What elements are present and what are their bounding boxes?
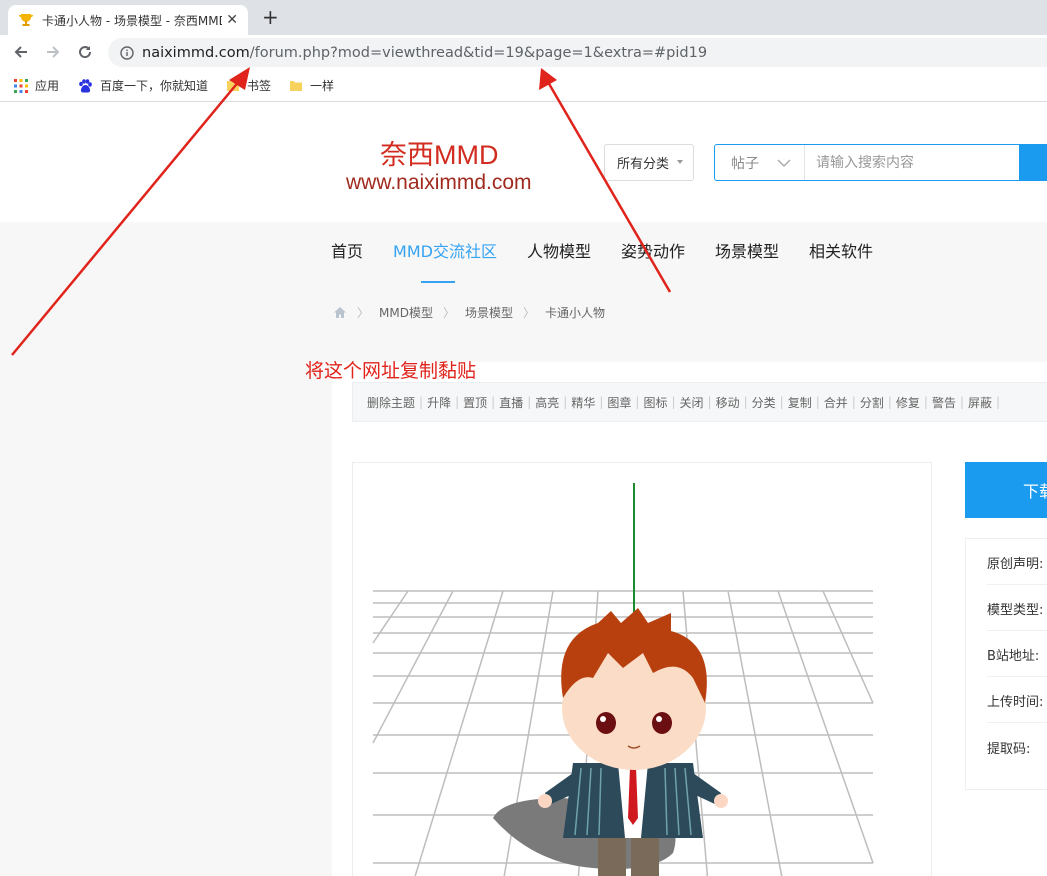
breadcrumb-separator-icon: 〉 xyxy=(442,306,455,320)
mod-tool[interactable]: 复制 xyxy=(784,394,816,411)
search-button[interactable] xyxy=(1019,144,1047,181)
nav-item-scene-models[interactable]: 场景模型 xyxy=(700,227,794,277)
mod-tool[interactable]: 移动 xyxy=(712,394,744,411)
category-select[interactable]: 所有分类 xyxy=(604,144,694,181)
breadcrumb-separator-icon: 〉 xyxy=(523,306,536,320)
annotation-text: 将这个网址复制黏贴 xyxy=(305,360,477,382)
mod-tool[interactable]: 图章 xyxy=(603,394,635,411)
info-row-model-type: 模型类型: xyxy=(987,585,1047,631)
tab-title: 卡通小人物 - 场景模型 - 奈西MMD xyxy=(42,13,223,28)
nav-item-character-models[interactable]: 人物模型 xyxy=(512,227,606,277)
url-path: /forum.php?mod=viewthread&tid=19&page=1&… xyxy=(249,44,708,61)
forward-button[interactable] xyxy=(40,39,66,65)
mod-tool[interactable]: 精华 xyxy=(567,394,599,411)
bookmark-label: 百度一下，你就知道 xyxy=(100,79,209,93)
tab-strip: 卡通小人物 - 场景模型 - 奈西MMD ✕ + xyxy=(0,0,1047,35)
mod-tool[interactable]: 图标 xyxy=(639,394,671,411)
forward-arrow-icon xyxy=(47,46,60,58)
mod-tool[interactable]: 置顶 xyxy=(459,394,491,411)
mod-tool[interactable]: 合并 xyxy=(820,394,852,411)
address-bar[interactable]: naiximmd.com/forum.php?mod=viewthread&ti… xyxy=(108,38,1047,67)
mod-tool[interactable]: 直播 xyxy=(495,394,527,411)
bookmark-label: 一样 xyxy=(310,79,335,93)
chevron-down-icon xyxy=(777,159,791,167)
mod-tool[interactable]: 屏蔽 xyxy=(964,394,996,411)
url-host: naiximmd.com xyxy=(142,44,250,61)
mod-tool[interactable]: 升降 xyxy=(423,394,455,411)
baidu-paw-icon xyxy=(79,78,92,93)
folder-icon xyxy=(227,80,240,91)
back-button[interactable] xyxy=(8,39,34,65)
browser-toolbar: naiximmd.com/forum.php?mod=viewthread&ti… xyxy=(0,35,1047,70)
nav-item-community[interactable]: MMD交流社区 xyxy=(378,227,512,283)
info-row-upload-time: 上传时间: xyxy=(987,677,1047,723)
mod-tool[interactable]: 关闭 xyxy=(676,394,708,411)
info-row-original-statement: 原创声明: xyxy=(987,539,1047,585)
site-logo-url[interactable]: www.naiximmd.com xyxy=(346,171,532,195)
caret-down-icon xyxy=(677,160,683,164)
model-viewer[interactable] xyxy=(352,462,932,876)
breadcrumb: 〉 MMD模型 〉 场景模型 〉 卡通小人物 xyxy=(333,304,605,321)
mod-tool[interactable]: 警告 xyxy=(928,394,960,411)
bookmark-baidu[interactable]: 百度一下，你就知道 xyxy=(77,77,208,94)
home-icon[interactable] xyxy=(333,306,347,319)
main-nav: 首页 MMD交流社区 人物模型 姿势动作 场景模型 相关软件 xyxy=(316,227,888,283)
back-arrow-icon xyxy=(14,46,27,58)
info-label: B站地址: xyxy=(987,649,1040,664)
search-input[interactable] xyxy=(806,145,1021,180)
nav-item-home[interactable]: 首页 xyxy=(316,227,378,277)
apps-grid-icon xyxy=(14,78,28,93)
site-header: 奈西MMD www.naiximmd.com 所有分类 帖子 xyxy=(0,103,1047,222)
bookmark-apps[interactable]: 应用 xyxy=(14,77,59,94)
browser-tab[interactable]: 卡通小人物 - 场景模型 - 奈西MMD ✕ xyxy=(8,5,248,35)
nav-item-poses[interactable]: 姿势动作 xyxy=(606,227,700,277)
search-type-select[interactable]: 帖子 xyxy=(715,145,805,180)
tab-close-icon[interactable]: ✕ xyxy=(226,12,238,28)
category-select-value: 所有分类 xyxy=(617,157,670,172)
info-icon[interactable] xyxy=(120,45,134,60)
bookmark-label: 应用 xyxy=(35,79,60,93)
folder-icon xyxy=(290,80,303,91)
breadcrumb-item[interactable]: MMD模型 xyxy=(379,304,433,321)
breadcrumb-item[interactable]: 卡通小人物 xyxy=(545,304,605,321)
new-tab-button[interactable]: + xyxy=(262,6,279,28)
info-label: 上传时间: xyxy=(987,695,1044,710)
mod-tool[interactable]: 分割 xyxy=(856,394,888,411)
browser-window: 卡通小人物 - 场景模型 - 奈西MMD ✕ + naiximmd.com/fo… xyxy=(0,0,1047,876)
bookmark-label: 书签 xyxy=(247,79,272,93)
mod-tool[interactable]: 修复 xyxy=(892,394,924,411)
info-label: 模型类型: xyxy=(987,603,1044,618)
breadcrumb-separator-icon: 〉 xyxy=(357,306,370,320)
bookmark-folder-yiyang[interactable]: 一样 xyxy=(289,77,334,94)
mod-tool[interactable]: 分类 xyxy=(748,394,780,411)
info-row-extraction-code: 提取码: xyxy=(987,723,1047,769)
info-row-bilibili-url: B站地址: xyxy=(987,631,1047,677)
nav-item-software[interactable]: 相关软件 xyxy=(794,227,888,277)
model-info-panel: 原创声明: 模型类型: B站地址: 上传时间: 提取码: xyxy=(965,538,1047,790)
mod-tool[interactable]: 删除主题 xyxy=(363,394,419,411)
trophy-favicon-icon xyxy=(19,14,33,26)
info-label: 提取码: xyxy=(987,741,1031,757)
reload-button[interactable] xyxy=(72,39,98,65)
moderator-toolbar: 删除主题 | 升降 | 置顶 | 直播 | 高亮 | 精华 | 图章 | 图标 | 关闭 | 移动… xyxy=(352,382,1047,422)
bookmark-folder-shuqian[interactable]: 书签 xyxy=(226,77,271,94)
breadcrumb-item[interactable]: 场景模型 xyxy=(465,304,513,321)
site-logo-title[interactable]: 奈西MMD xyxy=(380,133,498,172)
search-box: 帖子 xyxy=(714,144,1047,181)
download-button[interactable]: 下载 xyxy=(965,462,1047,518)
reload-icon xyxy=(79,46,92,59)
bookmarks-bar: 应用 百度一下，你就知道 书签 一样 xyxy=(0,70,1047,102)
search-type-value: 帖子 xyxy=(731,155,759,172)
model-preview-image xyxy=(372,483,874,876)
mod-tool[interactable]: 高亮 xyxy=(531,394,563,411)
info-label: 原创声明: xyxy=(987,557,1044,572)
